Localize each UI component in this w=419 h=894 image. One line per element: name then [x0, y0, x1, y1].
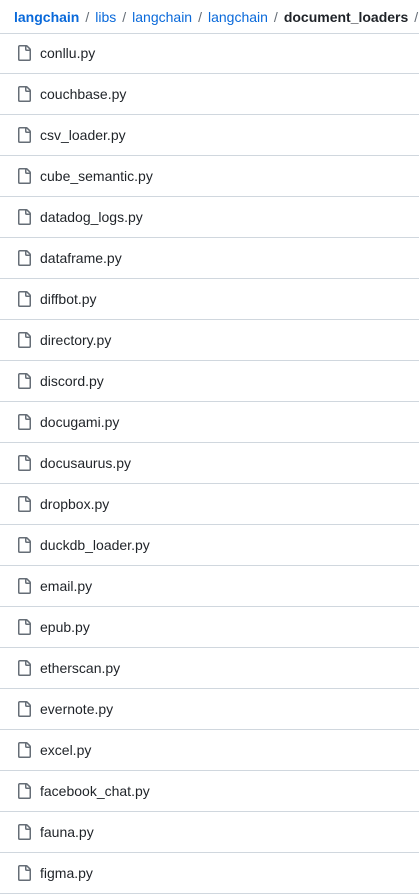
- file-row[interactable]: docusaurus.py: [0, 443, 419, 484]
- file-name-link[interactable]: duckdb_loader.py: [40, 537, 150, 553]
- file-row[interactable]: datadog_logs.py: [0, 197, 419, 238]
- file-name-link[interactable]: csv_loader.py: [40, 127, 126, 143]
- breadcrumb-separator: /: [85, 8, 90, 25]
- file-name-link[interactable]: email.py: [40, 578, 92, 594]
- breadcrumb-trailing-separator: /: [414, 8, 419, 25]
- file-name-link[interactable]: epub.py: [40, 619, 90, 635]
- file-name-link[interactable]: evernote.py: [40, 701, 113, 717]
- file-icon: [16, 455, 32, 471]
- file-name-link[interactable]: docusaurus.py: [40, 455, 131, 471]
- file-name-link[interactable]: fauna.py: [40, 824, 94, 840]
- file-icon: [16, 291, 32, 307]
- file-name-link[interactable]: cube_semantic.py: [40, 168, 153, 184]
- file-icon: [16, 414, 32, 430]
- file-row[interactable]: directory.py: [0, 320, 419, 361]
- breadcrumb-link-repo[interactable]: langchain: [14, 9, 79, 25]
- file-row[interactable]: docugami.py: [0, 402, 419, 443]
- file-row[interactable]: csv_loader.py: [0, 115, 419, 156]
- file-row[interactable]: etherscan.py: [0, 648, 419, 689]
- file-icon: [16, 701, 32, 717]
- file-row[interactable]: figma.py: [0, 853, 419, 894]
- file-row[interactable]: discord.py: [0, 361, 419, 402]
- file-name-link[interactable]: docugami.py: [40, 414, 119, 430]
- file-icon: [16, 496, 32, 512]
- file-icon: [16, 332, 32, 348]
- file-name-link[interactable]: facebook_chat.py: [40, 783, 150, 799]
- file-icon: [16, 86, 32, 102]
- file-icon: [16, 537, 32, 553]
- file-row[interactable]: conllu.py: [0, 33, 419, 74]
- file-row[interactable]: email.py: [0, 566, 419, 607]
- file-name-link[interactable]: datadog_logs.py: [40, 209, 143, 225]
- file-row[interactable]: dropbox.py: [0, 484, 419, 525]
- file-name-link[interactable]: discord.py: [40, 373, 104, 389]
- breadcrumb-link-langchain-module[interactable]: langchain: [208, 9, 268, 25]
- file-icon: [16, 742, 32, 758]
- file-row[interactable]: couchbase.py: [0, 74, 419, 115]
- file-icon: [16, 824, 32, 840]
- file-row[interactable]: facebook_chat.py: [0, 771, 419, 812]
- breadcrumb-link-libs[interactable]: libs: [95, 9, 116, 25]
- file-row[interactable]: excel.py: [0, 730, 419, 771]
- file-name-link[interactable]: dropbox.py: [40, 496, 109, 512]
- file-icon: [16, 619, 32, 635]
- file-row[interactable]: evernote.py: [0, 689, 419, 730]
- file-row[interactable]: dataframe.py: [0, 238, 419, 279]
- breadcrumb: langchain / libs / langchain / langchain…: [0, 0, 419, 34]
- file-row[interactable]: diffbot.py: [0, 279, 419, 320]
- file-icon: [16, 373, 32, 389]
- file-name-link[interactable]: dataframe.py: [40, 250, 122, 266]
- file-icon: [16, 660, 32, 676]
- file-icon: [16, 127, 32, 143]
- breadcrumb-link-langchain-package[interactable]: langchain: [132, 9, 192, 25]
- file-row[interactable]: duckdb_loader.py: [0, 525, 419, 566]
- file-name-link[interactable]: diffbot.py: [40, 291, 97, 307]
- breadcrumb-separator: /: [198, 8, 202, 25]
- file-row[interactable]: cube_semantic.py: [0, 156, 419, 197]
- file-icon: [16, 783, 32, 799]
- breadcrumb-current-folder: document_loaders: [283, 8, 409, 25]
- breadcrumb-separator: /: [273, 8, 278, 25]
- file-icon: [16, 168, 32, 184]
- file-list: conllu.py couchbase.py csv_loader.py cube_s…: [0, 33, 419, 894]
- breadcrumb-separator: /: [122, 8, 127, 25]
- file-row[interactable]: epub.py: [0, 607, 419, 648]
- file-row[interactable]: fauna.py: [0, 812, 419, 853]
- file-name-link[interactable]: excel.py: [40, 742, 91, 758]
- file-name-link[interactable]: couchbase.py: [40, 86, 126, 102]
- file-icon: [16, 578, 32, 594]
- file-icon: [16, 865, 32, 881]
- file-icon: [16, 250, 32, 266]
- file-name-link[interactable]: figma.py: [40, 865, 93, 881]
- file-icon: [16, 45, 32, 61]
- file-name-link[interactable]: directory.py: [40, 332, 111, 348]
- file-name-link[interactable]: conllu.py: [40, 45, 95, 61]
- file-name-link[interactable]: etherscan.py: [40, 660, 120, 676]
- file-icon: [16, 209, 32, 225]
